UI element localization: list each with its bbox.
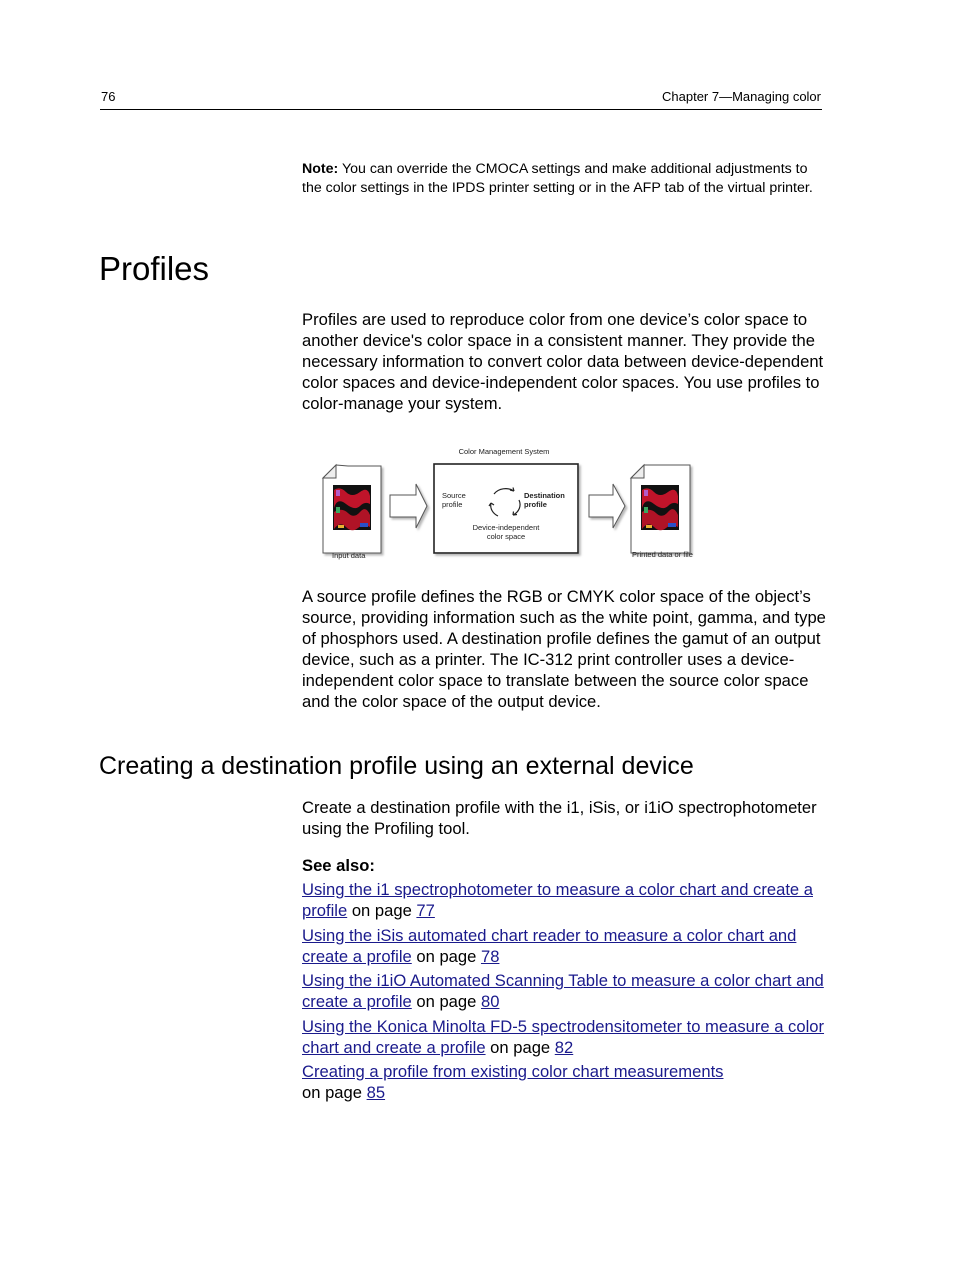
section-title: Profiles: [99, 250, 210, 287]
page-number-link[interactable]: 78: [481, 947, 499, 966]
header-divider: [100, 109, 822, 110]
see-also-item: Using the iSis automated chart reader to…: [302, 925, 832, 967]
color-space-label: color space: [487, 532, 525, 541]
see-also-label: See also:: [302, 856, 375, 875]
see-also-link[interactable]: Using the i1iO Automated Scanning Table …: [302, 971, 824, 1011]
arrow-right-icon: [588, 483, 626, 529]
see-also-link[interactable]: Creating a profile from existing color c…: [302, 1062, 723, 1081]
source-profile-label: Source: [442, 491, 466, 500]
see-also-item: Using the i1iO Automated Scanning Table …: [302, 970, 832, 1012]
see-also-item: Using the i1 spectrophotometer to measur…: [302, 879, 832, 921]
source-profile-label-2: profile: [442, 500, 462, 509]
page-number-link[interactable]: 82: [555, 1038, 573, 1057]
device-independent-label: Device-independent: [473, 523, 541, 532]
subsection-title: Creating a destination profile using an …: [99, 752, 694, 780]
see-also-link[interactable]: Using the iSis automated chart reader to…: [302, 926, 796, 966]
page-ref-text: on page: [411, 992, 481, 1011]
note-text: You can override the CMOCA settings and …: [302, 161, 813, 196]
note-label: Note:: [302, 161, 339, 177]
see-also-item: Using the Konica Minolta FD-5 spectroden…: [302, 1016, 832, 1058]
see-also-item: Creating a profile from existing color c…: [302, 1061, 832, 1103]
profiles-intro-paragraph: Profiles are used to reproduce color fro…: [302, 310, 824, 413]
source-profile-paragraph: A source profile defines the RGB or CMYK…: [302, 587, 826, 711]
page-number: 76: [101, 89, 116, 104]
page-ref-text: on page: [302, 1083, 367, 1102]
destination-profile-paragraph: Create a destination profile with the i1…: [302, 798, 817, 838]
page-number-link[interactable]: 80: [481, 992, 499, 1011]
page-number-link[interactable]: 85: [367, 1083, 385, 1102]
destination-profile-label: Destination: [524, 491, 565, 500]
note-block: Note: You can override the CMOCA setting…: [302, 160, 827, 198]
page-ref-text: on page: [485, 1037, 555, 1057]
arrow-right-icon: [389, 483, 428, 529]
see-also-list: Using the i1 spectrophotometer to measur…: [302, 879, 832, 1107]
color-management-diagram: Color Management System Source profile D…: [316, 440, 716, 570]
page-number-link[interactable]: 77: [416, 901, 434, 920]
printed-data-label: Printed data or file: [632, 550, 693, 559]
chapter-title: Chapter 7—Managing color: [662, 89, 821, 104]
output-document-icon: [629, 463, 691, 554]
input-document-icon: [321, 463, 382, 554]
page-ref-text: on page: [411, 946, 481, 966]
page-ref-text: on page: [347, 901, 417, 920]
diagram-title: Color Management System: [459, 447, 550, 456]
input-data-label: Input data: [332, 551, 366, 560]
destination-profile-label-2: profile: [524, 500, 547, 509]
